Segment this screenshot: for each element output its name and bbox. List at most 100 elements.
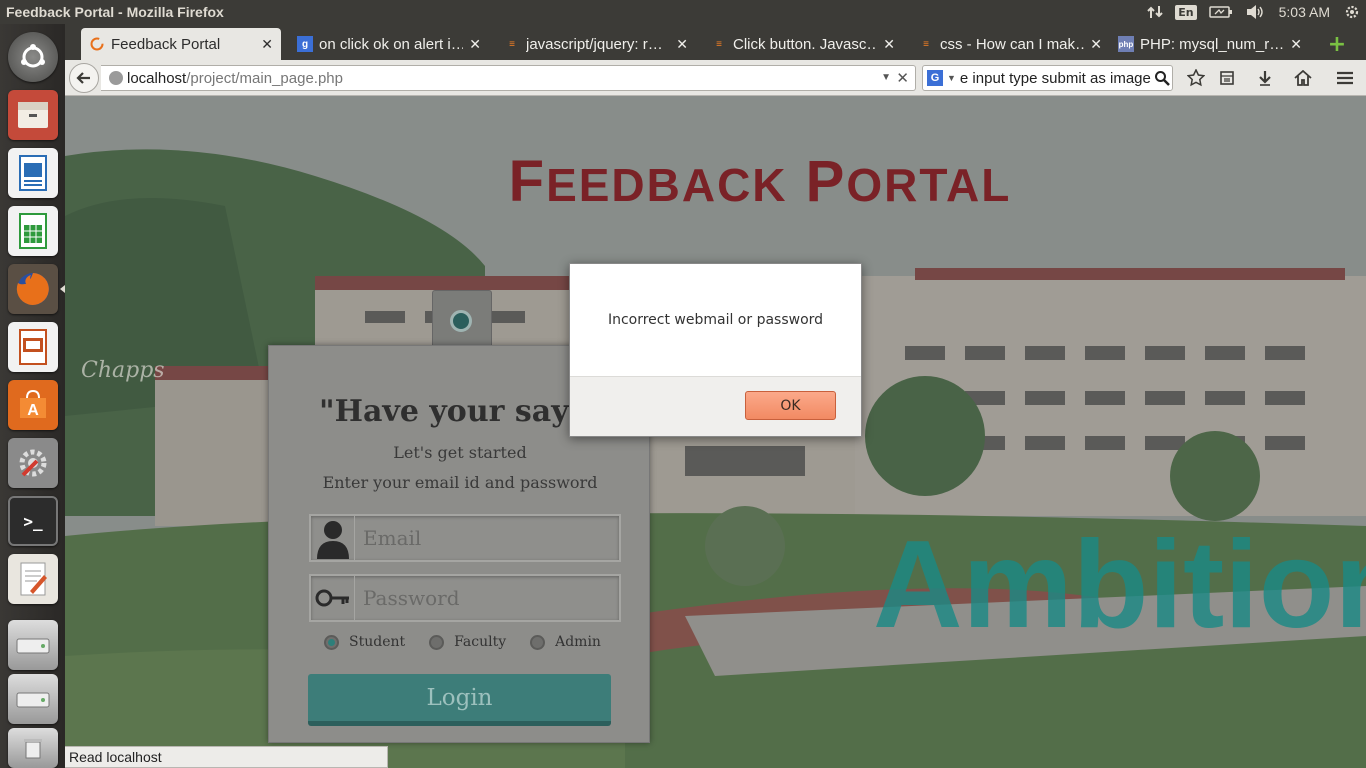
firefox-icon[interactable] [8, 264, 58, 314]
key-icon [311, 576, 355, 620]
radio-label: Admin [555, 634, 601, 650]
home-icon[interactable] [1290, 66, 1316, 90]
files-icon[interactable] [8, 90, 58, 140]
stop-icon[interactable]: ✕ [896, 69, 909, 87]
menu-hamburger-icon[interactable] [1332, 66, 1358, 90]
network-icon[interactable] [1141, 0, 1169, 24]
role-admin-radio[interactable]: Admin [530, 634, 601, 650]
close-tab-icon[interactable]: ✕ [261, 36, 273, 53]
close-tab-icon[interactable]: ✕ [883, 36, 895, 53]
stackoverflow-favicon-icon: ≡ [923, 38, 929, 50]
alert-footer: OK [570, 376, 861, 436]
page-title-rest: ORTAL [846, 159, 1012, 211]
drive-icon[interactable] [8, 620, 58, 670]
url-host: localhost [127, 69, 187, 87]
alert-dialog: Incorrect webmail or password OK [569, 263, 862, 437]
system-tray: En 5:03 AM [1141, 0, 1366, 24]
back-button[interactable] [69, 63, 99, 93]
page-title: FEEDBACK PORTAL [65, 148, 1366, 215]
login-button[interactable]: Login [308, 674, 611, 726]
tab-click-button[interactable]: ≡ Click button. Javasc… ✕ [703, 28, 903, 60]
radio-button[interactable] [530, 634, 546, 650]
radio-label: Student [349, 634, 406, 650]
bookmark-star-icon[interactable] [1183, 66, 1209, 90]
role-student-radio[interactable]: Student [324, 634, 405, 650]
tab-bar: Feedback Portal ✕ g on click ok on alert… [65, 24, 1366, 60]
search-text[interactable]: e input type submit as image [960, 70, 1152, 87]
photographer-signature: Chapps [81, 358, 165, 383]
ok-button[interactable]: OK [745, 391, 836, 420]
ubuntu-dash-icon[interactable] [8, 32, 58, 82]
settings-gear-icon[interactable] [1338, 0, 1366, 24]
history-dropdown-icon[interactable]: ▼ [881, 72, 891, 83]
tab-feedback-portal[interactable]: Feedback Portal ✕ [81, 28, 281, 60]
role-radio-group: Student Faculty Admin [324, 634, 625, 650]
tab-css-how-can-i[interactable]: ≡ css - How can I mak… ✕ [910, 28, 1110, 60]
volume-icon[interactable] [1239, 0, 1271, 24]
email-field[interactable] [309, 514, 621, 562]
page-title-initial: P [805, 149, 847, 214]
tab-title: on click ok on alert i… [319, 35, 464, 53]
php-favicon-icon: php [1118, 36, 1134, 52]
search-magnifier-icon[interactable] [1152, 70, 1172, 86]
card-instruction: Enter your email id and password [322, 473, 598, 492]
reading-list-icon[interactable] [1214, 66, 1240, 90]
google-engine-icon[interactable]: G [927, 70, 943, 86]
user-icon [311, 516, 355, 560]
svg-text:A: A [27, 402, 39, 419]
radio-label: Faculty [454, 634, 507, 650]
downloads-icon[interactable] [1252, 66, 1278, 90]
globe-icon [109, 71, 123, 85]
system-settings-icon[interactable] [8, 438, 58, 488]
libreoffice-calc-icon[interactable] [8, 206, 58, 256]
radio-button[interactable] [429, 634, 445, 650]
tab-title: Click button. Javasc… [733, 35, 878, 53]
ambition-watermark: Ambition [873, 516, 1366, 654]
top-panel: Feedback Portal - Mozilla Firefox En 5:0… [0, 0, 1366, 24]
keyboard-language-indicator[interactable]: En [1169, 0, 1202, 24]
status-bar: Read localhost [65, 746, 388, 768]
libreoffice-impress-icon[interactable] [8, 322, 58, 372]
tab-title: javascript/jquery: r… [526, 35, 663, 53]
card-subtitle: Let's get started [393, 443, 527, 462]
stackoverflow-favicon-icon: ≡ [509, 38, 515, 50]
google-favicon-icon: g [297, 36, 313, 52]
url-path: /project/main_page.php [186, 69, 343, 87]
close-tab-icon[interactable]: ✕ [1290, 36, 1302, 53]
alert-message: Incorrect webmail or password [607, 312, 824, 328]
battery-icon[interactable] [1203, 0, 1239, 24]
tab-javascript-jquery[interactable]: ≡ javascript/jquery: r… ✕ [496, 28, 696, 60]
webcam-lens-icon [450, 310, 472, 332]
tab-on-click-ok[interactable]: g on click ok on alert i… ✕ [289, 28, 489, 60]
page-title-rest: EEDBACK [546, 159, 788, 211]
close-tab-icon[interactable]: ✕ [676, 36, 688, 53]
tab-title: PHP: mysql_num_r… [1140, 35, 1285, 53]
password-input[interactable] [355, 586, 615, 610]
page-title-initial: F [508, 149, 547, 214]
url-bar[interactable]: localhost /project/main_page.php ▼ ✕ [101, 65, 916, 91]
text-editor-icon[interactable] [8, 554, 58, 604]
clock[interactable]: 5:03 AM [1271, 0, 1338, 24]
card-heading: "Have your say [319, 394, 569, 429]
role-faculty-radio[interactable]: Faculty [429, 634, 506, 650]
tab-php-mysql[interactable]: php PHP: mysql_num_r… ✕ [1110, 28, 1310, 60]
password-field[interactable] [309, 574, 621, 622]
close-tab-icon[interactable]: ✕ [469, 36, 481, 53]
language-label: En [1175, 4, 1197, 20]
engine-dropdown-icon[interactable]: ▼ [947, 73, 956, 83]
stackoverflow-favicon-icon: ≡ [716, 38, 722, 50]
new-tab-plus-icon[interactable]: + [1323, 30, 1351, 58]
trash-icon[interactable] [8, 728, 58, 768]
drive-icon[interactable] [8, 674, 58, 724]
unity-launcher: A >_ [0, 24, 65, 768]
firefox-favicon-icon [89, 36, 105, 52]
software-center-icon[interactable]: A [8, 380, 58, 430]
tab-title: css - How can I mak… [940, 35, 1085, 53]
navigation-toolbar: localhost /project/main_page.php ▼ ✕ G ▼… [65, 60, 1366, 96]
terminal-icon[interactable]: >_ [8, 496, 58, 546]
search-bar[interactable]: G ▼ e input type submit as image [922, 65, 1173, 91]
close-tab-icon[interactable]: ✕ [1090, 36, 1102, 53]
radio-button[interactable] [324, 634, 339, 650]
libreoffice-writer-icon[interactable] [8, 148, 58, 198]
email-input[interactable] [355, 526, 615, 550]
